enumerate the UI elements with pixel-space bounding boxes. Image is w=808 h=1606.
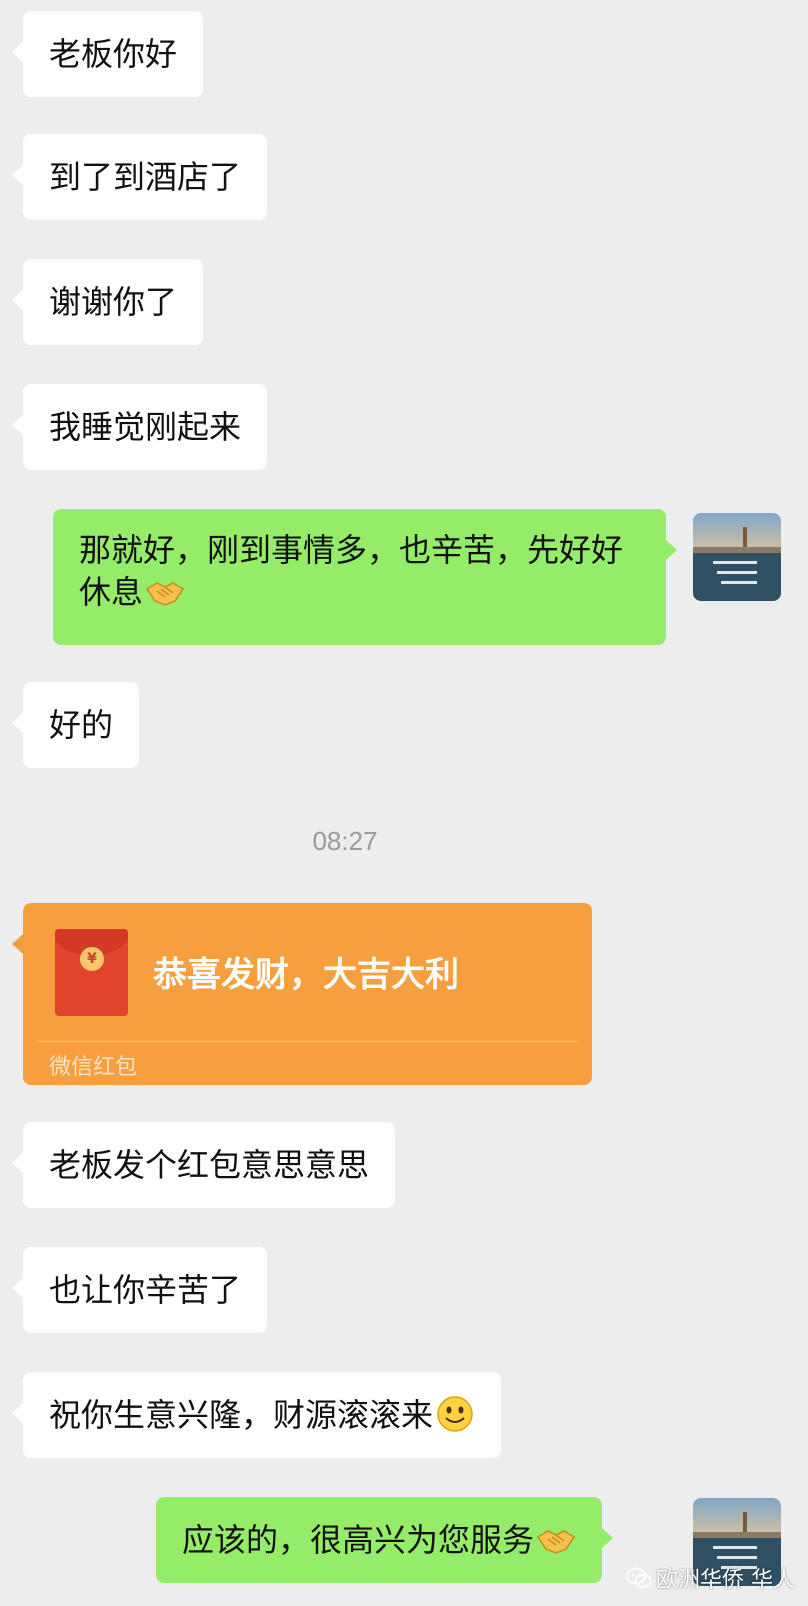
handshake-emoji-icon bbox=[536, 1530, 576, 1554]
red-packet-divider bbox=[37, 1041, 578, 1042]
smiling-face-emoji-icon bbox=[437, 1396, 473, 1432]
red-packet-card[interactable]: ¥ 恭喜发财，大吉大利 微信红包 bbox=[12, 903, 592, 1085]
message-text: 也让你辛苦了 bbox=[49, 1271, 242, 1309]
message-bubble-incoming[interactable]: 谢谢你了 bbox=[11, 259, 204, 345]
red-envelope-icon: ¥ bbox=[55, 929, 128, 1016]
message-text: 老板发个红包意思意思 bbox=[49, 1146, 370, 1184]
message-bubble-incoming[interactable]: 祝你生意兴隆，财源滚滚来 bbox=[11, 1372, 502, 1458]
user-avatar[interactable] bbox=[693, 513, 781, 601]
message-bubble-incoming[interactable]: 我睡觉刚起来 bbox=[11, 384, 268, 470]
message-bubble-outgoing[interactable]: 那就好，刚到事情多，也辛苦，先好好休息 bbox=[53, 509, 677, 645]
message-bubble-incoming[interactable]: 到了到酒店了 bbox=[11, 134, 268, 220]
message-text: 到了到酒店了 bbox=[49, 158, 242, 196]
wechat-logo-icon bbox=[626, 1567, 652, 1588]
message-text: 祝你生意兴隆，财源滚滚来 bbox=[49, 1396, 434, 1434]
message-text: 谢谢你了 bbox=[49, 283, 178, 321]
red-packet-title: 恭喜发财，大吉大利 bbox=[153, 955, 459, 995]
message-bubble-outgoing[interactable]: 应该的，很高兴为您服务 bbox=[156, 1497, 614, 1583]
message-bubble-incoming[interactable]: 老板发个红包意思意思 bbox=[11, 1122, 396, 1208]
yuan-coin-icon: ¥ bbox=[80, 947, 104, 971]
message-bubble-incoming[interactable]: 好的 bbox=[11, 682, 140, 768]
message-text: 老板你好 bbox=[49, 35, 178, 73]
message-timestamp: 08:27 bbox=[312, 826, 378, 856]
message-bubble-incoming[interactable]: 也让你辛苦了 bbox=[11, 1247, 268, 1333]
message-bubble-incoming[interactable]: 老板你好 bbox=[11, 11, 204, 97]
watermark-text: 欧洲华侨 华人 bbox=[656, 1568, 795, 1593]
message-text: 好的 bbox=[49, 706, 114, 744]
account-watermark: 欧洲华侨 华人 bbox=[626, 1560, 795, 1596]
chat-area[interactable]: 老板你好 到了到酒店了 谢谢你了 我睡觉刚起来 那就好，刚到事情多，也辛苦，先好… bbox=[0, 0, 808, 1606]
harbor-photo-icon bbox=[693, 513, 781, 601]
message-text: 应该的，很高兴为您服务 bbox=[182, 1521, 535, 1559]
handshake-emoji-icon bbox=[145, 582, 185, 606]
message-text: 我睡觉刚起来 bbox=[49, 408, 242, 446]
red-packet-footer: 微信红包 bbox=[49, 1055, 138, 1080]
